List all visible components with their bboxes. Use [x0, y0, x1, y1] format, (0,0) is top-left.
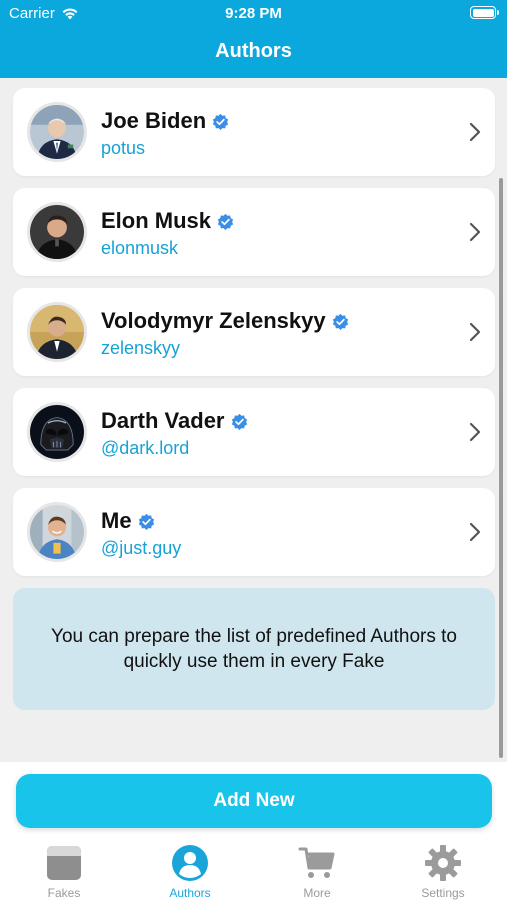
dark-helmet-photo-icon — [30, 405, 84, 459]
avatar — [27, 202, 87, 262]
authors-list: Joe Biden potus Elon Musk elonmusk Volod… — [13, 88, 495, 710]
verified-badge-icon — [217, 213, 234, 230]
page-title: Authors — [215, 40, 292, 62]
add-new-button[interactable]: Add New — [16, 774, 492, 828]
author-name: Elon Musk — [101, 208, 212, 233]
author-handle: potus — [101, 138, 146, 158]
verified-badge-icon — [231, 413, 247, 430]
info-box: You can prepare the list of predefined A… — [13, 588, 495, 710]
smiling-guy-photo-icon — [30, 505, 84, 559]
tab-more-label: More — [303, 886, 331, 900]
chevron-right-icon — [469, 322, 481, 342]
author-name-row: Joe Biden — [101, 108, 229, 134]
man-in-suit-photo-icon — [30, 305, 84, 359]
person-circle-icon — [172, 845, 208, 881]
tab-authors-label: Authors — [169, 886, 211, 900]
verified-badge-icon — [332, 313, 348, 330]
status-bar: Carrier 9:28 PM — [0, 0, 507, 28]
chevron-right-icon — [469, 122, 481, 142]
author-row[interactable]: Darth Vader @dark.lord — [13, 388, 495, 476]
tab-fakes-label: Fakes — [47, 886, 81, 900]
author-handle: @just.guy — [101, 538, 182, 558]
bottom-area: Add New Fakes Authors More Settings — [0, 762, 507, 900]
tab-bar: Fakes Authors More Settings — [0, 844, 507, 900]
author-row[interactable]: Joe Biden potus — [13, 88, 495, 176]
avatar — [27, 102, 87, 162]
author-name: Darth Vader — [101, 408, 225, 433]
author-row[interactable]: Elon Musk elonmusk — [13, 188, 495, 276]
fakes-icon — [47, 846, 81, 880]
author-handle: zelenskyy — [101, 338, 181, 358]
author-name-row: Me — [101, 508, 155, 534]
status-time: 9:28 PM — [225, 5, 282, 22]
header: Carrier 9:28 PM Authors — [0, 0, 507, 78]
info-text: You can prepare the list of predefined A… — [51, 626, 457, 672]
verified-badge-icon — [138, 513, 154, 530]
tab-settings-label: Settings — [421, 886, 465, 900]
chevron-right-icon — [469, 422, 481, 442]
author-row[interactable]: Volodymyr Zelenskyy zelenskyy — [13, 288, 495, 376]
man-portrait-photo-icon — [30, 205, 84, 259]
author-handle: @dark.lord — [101, 438, 190, 458]
author-name-row: Elon Musk — [101, 208, 234, 234]
scrollbar[interactable] — [499, 178, 503, 758]
tab-fakes[interactable]: Fakes — [14, 844, 114, 900]
author-name-row: Volodymyr Zelenskyy — [101, 308, 349, 334]
cart-icon — [298, 847, 335, 878]
verified-badge-icon — [212, 113, 229, 130]
chevron-right-icon — [469, 222, 481, 242]
author-name: Joe Biden — [101, 108, 207, 133]
chevron-right-icon — [469, 522, 481, 542]
battery-icon — [470, 6, 499, 19]
author-name-row: Darth Vader — [101, 408, 248, 434]
tab-more[interactable]: More — [267, 844, 367, 900]
avatar — [27, 402, 87, 462]
tab-authors[interactable]: Authors — [140, 844, 240, 900]
author-name: Volodymyr Zelenskyy — [101, 308, 326, 333]
author-handle: elonmusk — [101, 238, 179, 258]
tab-settings[interactable]: Settings — [393, 844, 493, 900]
battery-fill — [472, 8, 494, 17]
gear-icon — [425, 845, 461, 881]
avatar — [27, 302, 87, 362]
man-in-suit-photo-icon — [30, 105, 84, 159]
avatar — [27, 502, 87, 562]
author-name: Me — [101, 508, 132, 533]
author-row[interactable]: Me @just.guy — [13, 488, 495, 576]
